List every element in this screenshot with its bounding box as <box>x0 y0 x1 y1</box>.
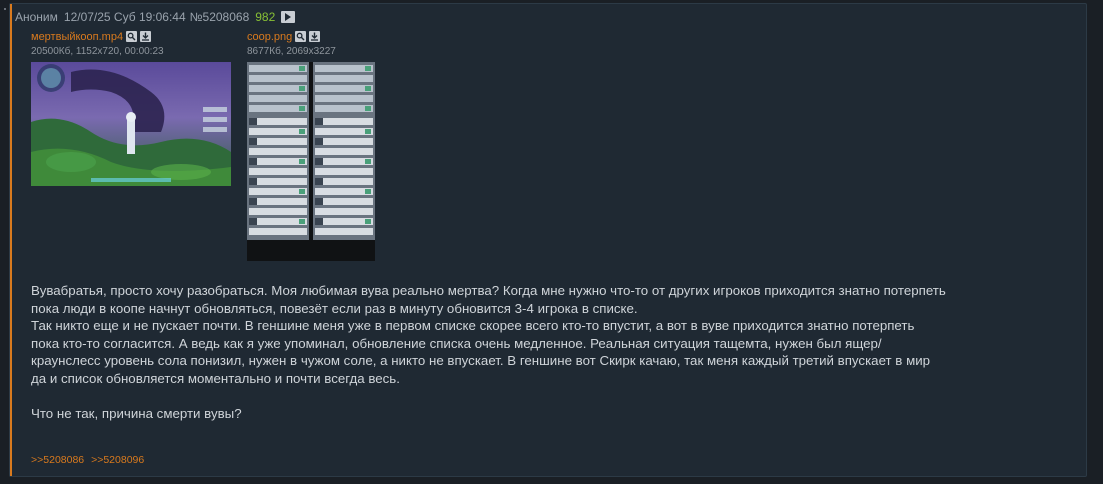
post-number[interactable]: №5208068 <box>190 10 250 24</box>
thread-marker <box>4 8 6 10</box>
file-attachment: coop.png 8677Кб, 2069x3227 <box>247 29 336 58</box>
message-line: краунслесс уровень сола понизил, нужен в… <box>31 353 931 368</box>
message-line: пока кто-то согласится. А ведь как я уже… <box>31 335 882 351</box>
search-icon[interactable] <box>295 31 307 42</box>
reply-link[interactable]: >>5208096 <box>91 454 144 466</box>
post-date: 12/07/25 Суб 19:06:44 <box>63 10 186 24</box>
post-header: Аноним 12/07/25 Суб 19:06:44 №5208068 98… <box>15 9 296 25</box>
post-accent-bar <box>10 4 12 476</box>
message-line: да и список обновляется моментально и по… <box>31 370 400 386</box>
message-line: Так никто еще и не пускает почти. В генш… <box>31 318 915 333</box>
file-name-link[interactable]: coop.png <box>247 31 292 43</box>
post-author: Аноним <box>15 10 58 24</box>
message-question: Что не так, причина смерти вувы? <box>31 405 242 421</box>
search-icon[interactable] <box>126 31 138 42</box>
post-message: Вувабратья, просто хочу разобраться. Моя… <box>31 282 1071 422</box>
post-position: 982 <box>255 10 276 24</box>
file-info: 8677Кб, 2069x3227 <box>247 46 336 57</box>
file-info: 20500Кб, 1152x720, 00:00:23 <box>31 46 164 57</box>
image-thumbnail[interactable] <box>247 62 375 261</box>
file-name-link[interactable]: мертвыйкооп.mp4 <box>31 31 123 43</box>
message-line: Вувабратья, просто хочу разобраться. Моя… <box>31 283 946 298</box>
reply-link[interactable]: >>5208086 <box>31 454 84 466</box>
video-thumbnail[interactable] <box>31 62 231 186</box>
post: Аноним 12/07/25 Суб 19:06:44 №5208068 98… <box>9 3 1087 477</box>
download-icon[interactable] <box>309 31 321 42</box>
download-icon[interactable] <box>140 31 152 42</box>
page-edge <box>0 0 3 484</box>
file-attachment: мертвыйкооп.mp4 20500Кб, 1152x720, 00:00… <box>31 29 164 58</box>
message-line: пока люди в коопе начнут обновляться, по… <box>31 300 638 316</box>
play-icon[interactable] <box>281 11 296 23</box>
reply-links: >>5208086 >>5208096 <box>31 454 148 466</box>
